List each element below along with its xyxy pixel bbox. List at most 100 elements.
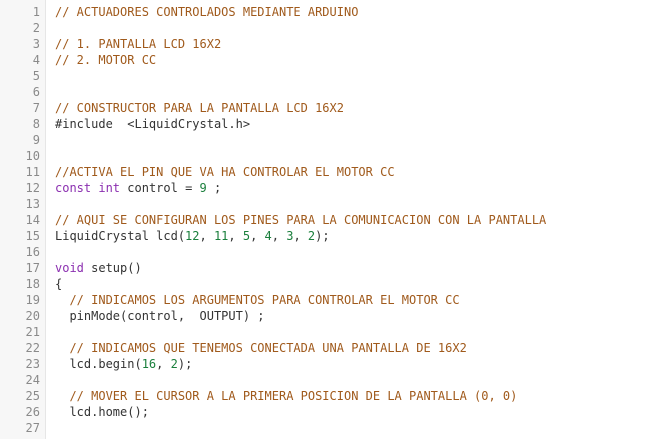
line-source[interactable]: //ACTIVA EL PIN QUE VA HA CONTROLAR EL M… — [55, 164, 395, 180]
code-line[interactable]: 6 — [0, 84, 669, 100]
comment-token: // 2. MOTOR CC — [55, 53, 157, 67]
keyword-token: const — [55, 181, 92, 195]
line-source[interactable]: { — [55, 276, 62, 292]
plain-token: , — [199, 229, 214, 243]
plain-token: ; — [206, 181, 222, 195]
number-token: 16 — [141, 357, 157, 371]
line-number: 4 — [32, 53, 40, 67]
line-source[interactable]: // CONSTRUCTOR PARA LA PANTALLA LCD 16X2 — [55, 100, 344, 116]
plain-token: LiquidCrystal lcd( — [55, 229, 186, 243]
comment-token: // ACTUADORES CONTROLADOS MEDIANTE ARDUI… — [55, 5, 359, 19]
line-source[interactable]: // INDICAMOS LOS ARGUMENTOS PARA CONTROL… — [55, 292, 460, 308]
line-source[interactable]: // 2. MOTOR CC — [55, 52, 156, 68]
code-line[interactable]: 27 — [0, 420, 669, 436]
line-number: 23 — [25, 357, 40, 371]
comment-token: // AQUI SE CONFIGURAN LOS PINES PARA LA … — [55, 213, 547, 227]
line-source[interactable]: pinMode(control, OUTPUT) ; — [55, 308, 265, 324]
code-line[interactable]: 16 — [0, 244, 669, 260]
line-number: 16 — [25, 245, 40, 259]
line-number: 12 — [25, 181, 40, 195]
comment-token: //ACTIVA EL PIN QUE VA HA CONTROLAR EL M… — [55, 165, 395, 179]
code-line[interactable]: 7 // CONSTRUCTOR PARA LA PANTALLA LCD 16X… — [0, 100, 669, 116]
comment-token: // MOVER EL CURSOR A LA PRIMERA POSICION… — [55, 389, 518, 403]
code-line[interactable]: 26 lcd.home(); — [0, 404, 669, 420]
code-line[interactable]: 15 LiquidCrystal lcd(12, 11, 5, 4, 3, 2); — [0, 228, 669, 244]
line-source[interactable]: // 1. PANTALLA LCD 16X2 — [55, 36, 221, 52]
comment-token: // CONSTRUCTOR PARA LA PANTALLA LCD 16X2 — [55, 101, 344, 115]
line-source[interactable]: LiquidCrystal lcd(12, 11, 5, 4, 3, 2); — [55, 228, 330, 244]
code-line[interactable]: 20 pinMode(control, OUTPUT) ; — [0, 308, 669, 324]
plain-token: , — [156, 357, 171, 371]
line-number: 5 — [32, 69, 40, 83]
code-line[interactable]: 22 // INDICAMOS QUE TENEMOS CONECTADA UN… — [0, 340, 669, 356]
line-number: 24 — [25, 373, 40, 387]
line-source[interactable]: lcd.begin(16, 2); — [55, 356, 192, 372]
code-line[interactable]: 3 // 1. PANTALLA LCD 16X2 — [0, 36, 669, 52]
line-number: 18 — [25, 277, 40, 291]
code-line[interactable]: 5 — [0, 68, 669, 84]
code-line[interactable]: 18 { — [0, 276, 669, 292]
plain-token: control = — [120, 181, 200, 195]
code-line[interactable]: 1 // ACTUADORES CONTROLADOS MEDIANTE ARDU… — [0, 4, 669, 20]
line-source[interactable]: // MOVER EL CURSOR A LA PRIMERA POSICION… — [55, 388, 517, 404]
line-number: 10 — [25, 149, 40, 163]
code-line[interactable]: 9 — [0, 132, 669, 148]
line-number: 2 — [32, 21, 40, 35]
code-line[interactable]: 23 lcd.begin(16, 2); — [0, 356, 669, 372]
number-token: 4 — [264, 229, 272, 243]
number-token: 12 — [185, 229, 200, 243]
code-line[interactable]: 11 //ACTIVA EL PIN QUE VA HA CONTROLAR EL… — [0, 164, 669, 180]
line-number: 9 — [32, 133, 40, 147]
code-line[interactable]: 17 void setup() — [0, 260, 669, 276]
number-token: 5 — [242, 229, 251, 243]
plain-token: , — [293, 229, 308, 243]
plain-token: lcd.home(); — [55, 405, 149, 419]
line-source[interactable]: // ACTUADORES CONTROLADOS MEDIANTE ARDUI… — [55, 4, 358, 20]
plain-token: , — [271, 229, 287, 243]
code-area[interactable]: 1 // ACTUADORES CONTROLADOS MEDIANTE ARDU… — [0, 4, 669, 436]
line-source[interactable]: #include <LiquidCrystal.h> — [55, 116, 250, 132]
code-line[interactable]: 2 — [0, 20, 669, 36]
line-number: 19 — [25, 293, 40, 307]
plain-token: ); — [315, 229, 330, 243]
code-line[interactable]: 21 — [0, 324, 669, 340]
line-number: 8 — [32, 117, 40, 131]
code-line[interactable]: 10 — [0, 148, 669, 164]
number-token: 11 — [213, 229, 229, 243]
line-number: 3 — [32, 37, 40, 51]
comment-token: // INDICAMOS LOS ARGUMENTOS PARA CONTROL… — [55, 293, 460, 307]
comment-token: // 1. PANTALLA LCD 16X2 — [55, 37, 222, 51]
line-number: 25 — [25, 389, 40, 403]
line-source[interactable]: const int control = 9 ; — [55, 180, 221, 196]
code-line[interactable]: 4 // 2. MOTOR CC — [0, 52, 669, 68]
line-number: 13 — [25, 197, 40, 211]
line-source[interactable]: // INDICAMOS QUE TENEMOS CONECTADA UNA P… — [55, 340, 466, 356]
code-line[interactable]: 14 // AQUI SE CONFIGURAN LOS PINES PARA L… — [0, 212, 669, 228]
number-token: 2 — [170, 357, 178, 371]
line-number: 7 — [32, 101, 40, 115]
line-source[interactable]: void setup() — [55, 260, 142, 276]
code-line[interactable]: 24 — [0, 372, 669, 388]
plain-token: { — [55, 277, 63, 291]
code-editor[interactable]: 1 // ACTUADORES CONTROLADOS MEDIANTE ARDU… — [0, 0, 669, 439]
line-source[interactable]: // AQUI SE CONFIGURAN LOS PINES PARA LA … — [55, 212, 546, 228]
plain-token: pinMode(control, OUTPUT) ; — [55, 309, 265, 323]
line-number: 21 — [25, 325, 40, 339]
line-number: 20 — [25, 309, 40, 323]
code-line[interactable]: 8 #include <LiquidCrystal.h> — [0, 116, 669, 132]
plain-token: lcd.begin( — [55, 357, 142, 371]
line-source[interactable]: lcd.home(); — [55, 404, 149, 420]
line-number: 1 — [32, 5, 40, 19]
line-number: 15 — [25, 229, 40, 243]
code-line[interactable]: 19 // INDICAMOS LOS ARGUMENTOS PARA CONT… — [0, 292, 669, 308]
line-number: 6 — [32, 85, 40, 99]
plain-token: , — [228, 229, 243, 243]
code-line[interactable]: 25 // MOVER EL CURSOR A LA PRIMERA POSIC… — [0, 388, 669, 404]
code-line[interactable]: 13 — [0, 196, 669, 212]
line-number: 11 — [25, 165, 40, 179]
code-line[interactable]: 12 const int control = 9 ; — [0, 180, 669, 196]
line-number: 17 — [25, 261, 40, 275]
plain-token: #include <LiquidCrystal.h> — [55, 117, 251, 131]
keyword-token: int — [98, 181, 121, 195]
number-token: 9 — [199, 181, 207, 195]
